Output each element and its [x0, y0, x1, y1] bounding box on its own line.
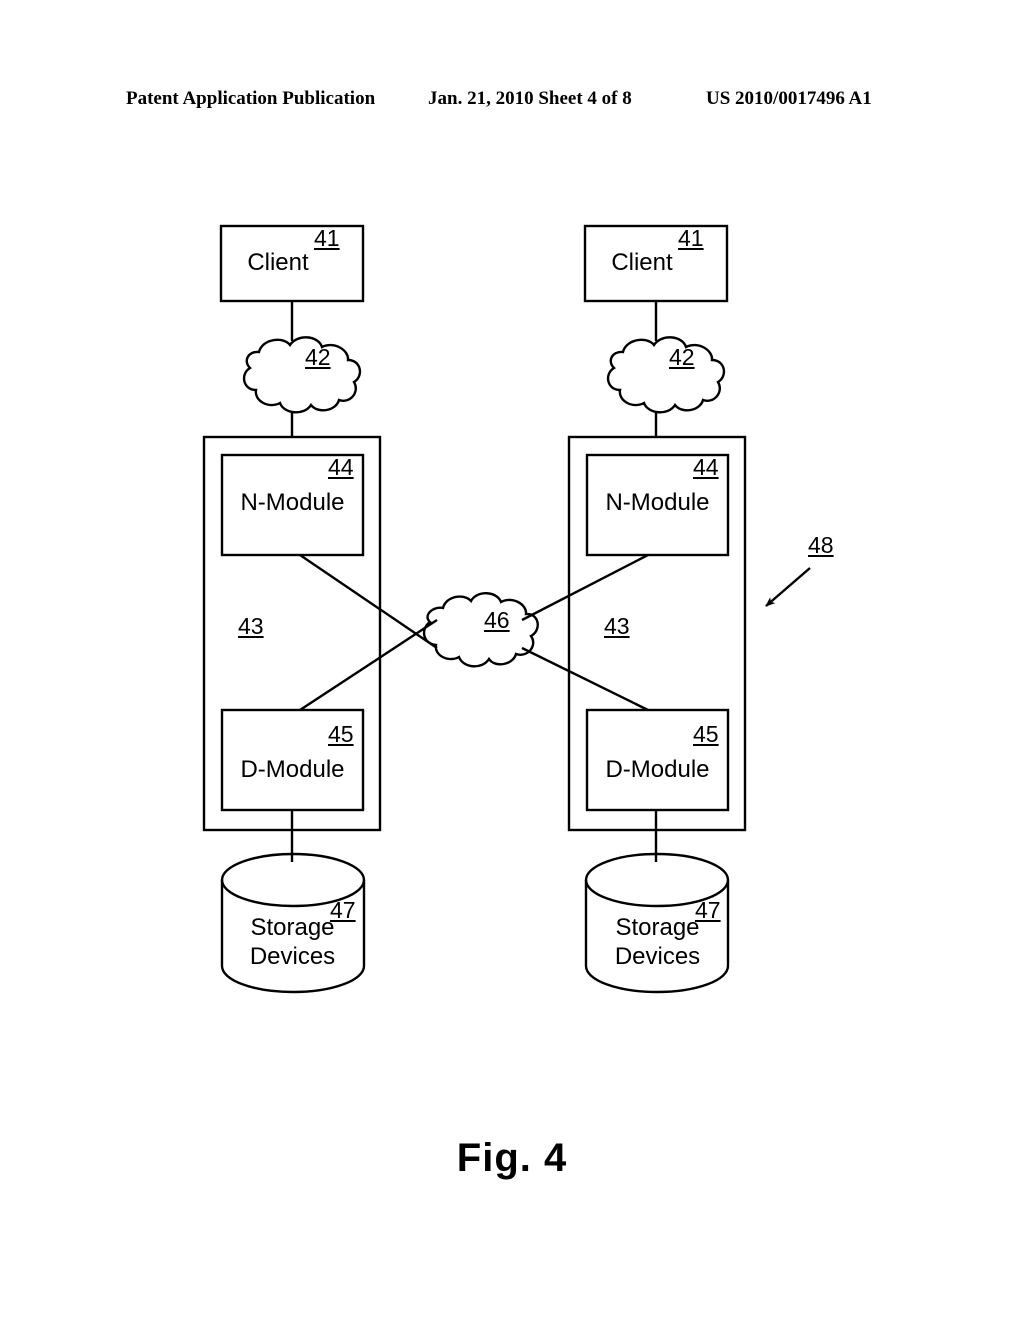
connector-nmodule-fabric-right — [521, 553, 649, 622]
d-module-label-right: D-Module — [605, 756, 710, 783]
patent-figure-4: Client 41 42 44 N-Module 43 45 D-Module … — [0, 0, 1024, 1320]
system-ref-label: 48 — [808, 532, 834, 558]
d-module-ref-right: 45 — [693, 721, 719, 747]
storage-label-right-line2: Devices — [614, 943, 701, 971]
client-label-right: Client — [611, 249, 673, 276]
connector-dmodule-fabric-left — [299, 618, 438, 712]
storage-label-left-line2: Devices — [249, 943, 336, 971]
client-cloud-ref-left: 42 — [305, 344, 331, 370]
client-label-left: Client — [247, 249, 309, 276]
client-ref-left: 41 — [314, 225, 340, 251]
switching-fabric-ref: 46 — [484, 607, 510, 633]
storage-label-right-line1: Storage — [615, 914, 700, 941]
network-cloud-right — [606, 336, 726, 414]
node-ref-right: 43 — [604, 613, 630, 639]
n-module-ref-left: 44 — [328, 454, 354, 480]
storage-label-left-line1: Storage — [250, 914, 335, 941]
network-cloud-left — [242, 336, 362, 414]
client-cloud-ref-right: 42 — [669, 344, 695, 370]
node-ref-left: 43 — [238, 613, 264, 639]
d-module-ref-left: 45 — [328, 721, 354, 747]
system-ref-arrow — [765, 567, 811, 607]
switching-fabric-cloud — [422, 592, 539, 668]
figure-caption: Fig. 4 — [456, 1136, 568, 1180]
n-module-label-left: N-Module — [240, 489, 345, 516]
client-ref-right: 41 — [678, 225, 704, 251]
n-module-label-right: N-Module — [605, 489, 710, 516]
d-module-label-left: D-Module — [240, 756, 345, 783]
connector-dmodule-fabric-right — [521, 646, 649, 712]
n-module-ref-right: 44 — [693, 454, 719, 480]
figure-line-art — [202, 224, 811, 994]
